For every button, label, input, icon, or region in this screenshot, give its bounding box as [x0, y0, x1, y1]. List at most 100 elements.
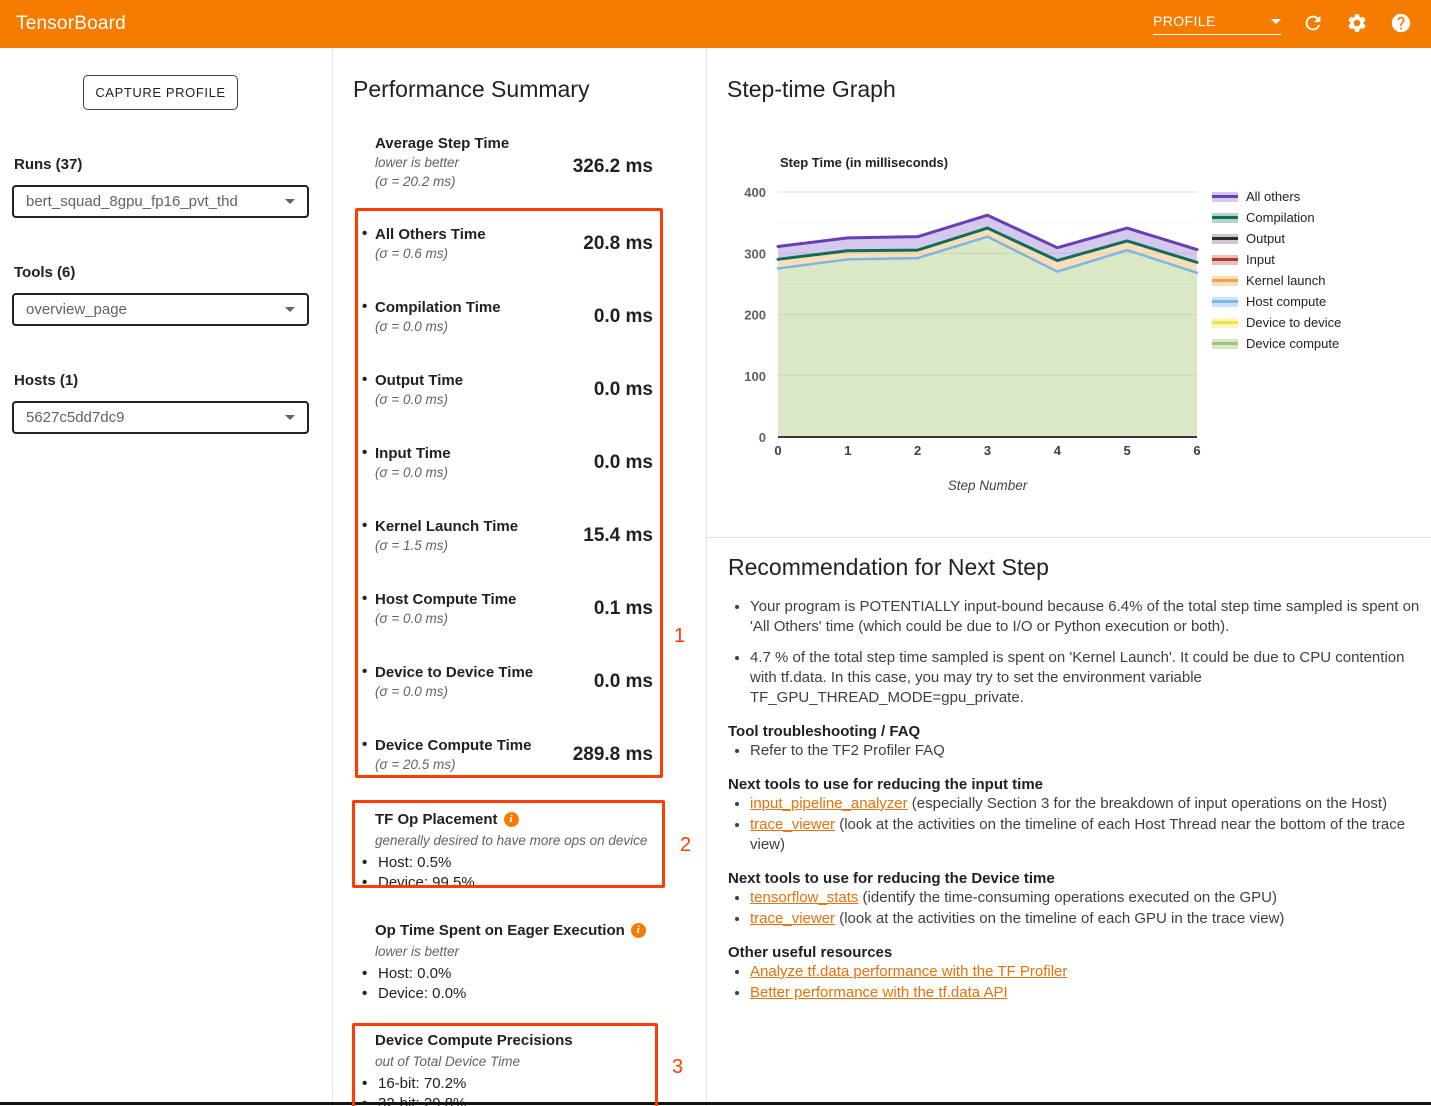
section-title: TF Op Placement i [375, 810, 667, 829]
legend-swatch-icon [1212, 213, 1238, 223]
chevron-down-icon [1271, 19, 1281, 24]
legend-swatch-icon [1212, 297, 1238, 307]
recommendation-item: Better performance with the tf.data API [750, 983, 1428, 1003]
info-icon[interactable]: i [631, 923, 646, 938]
header-controls: PROFILE [1153, 12, 1413, 36]
legend-label: Output [1246, 231, 1285, 246]
legend-label: Device to device [1246, 315, 1341, 330]
legend-item: Compilation [1212, 207, 1341, 228]
section-divider [707, 537, 1431, 538]
svg-text:5: 5 [1124, 443, 1131, 458]
refresh-button[interactable] [1301, 12, 1325, 36]
legend-label: Input [1246, 252, 1275, 267]
recommendation-section-heading: Tool troubleshooting / FAQ [728, 723, 1428, 740]
tools-select[interactable]: overview_page [12, 293, 309, 326]
metric-value: 0.1 ms [594, 598, 653, 620]
bottom-edge-line [0, 1102, 1431, 1105]
dashboard-select-value: PROFILE [1153, 13, 1216, 29]
metric-value: 0.0 ms [594, 452, 653, 474]
main-content: CAPTURE PROFILE Runs (37) bert_squad_8gp… [0, 48, 1431, 1106]
chevron-down-icon [285, 199, 295, 204]
section-subtitle: generally desired to have more ops on de… [375, 831, 667, 850]
svg-text:1: 1 [844, 443, 851, 458]
legend-label: Compilation [1246, 210, 1315, 225]
hosts-select[interactable]: 5627c5dd7dc9 [12, 401, 309, 434]
tool-link[interactable]: Better performance with the tf.data API [750, 984, 1008, 1001]
eager-execution-section: Op Time Spent on Eager Execution i lower… [375, 921, 667, 1003]
svg-text:300: 300 [744, 246, 766, 261]
metric-row: •Kernel Launch Time(σ = 1.5 ms)15.4 ms [362, 517, 653, 555]
list-item: Host: 0.5% [362, 853, 667, 873]
app-title: TensorBoard [16, 13, 126, 35]
metric-value: 20.8 ms [583, 233, 653, 255]
recommendation-item: input_pipeline_analyzer (especially Sect… [750, 794, 1428, 814]
svg-text:2: 2 [914, 443, 921, 458]
recommendation-panel: Recommendation for Next Step Your progra… [728, 554, 1428, 1004]
list-item: 16-bit: 70.2% [362, 1074, 667, 1094]
svg-text:4: 4 [1054, 443, 1062, 458]
tool-link[interactable]: Analyze tf.data performance with the TF … [750, 963, 1067, 980]
tf-op-placement-section: TF Op Placement i generally desired to h… [375, 810, 667, 892]
dashboard-select[interactable]: PROFILE [1153, 13, 1281, 35]
metric-row: •Output Time(σ = 0.0 ms)0.0 ms [362, 371, 653, 409]
bullet-icon: • [362, 225, 367, 242]
legend-swatch-icon [1212, 192, 1238, 202]
section-items: Host: 0.5% Device: 99.5% [375, 853, 667, 892]
recommendation-item: tensorflow_stats (identify the time-cons… [750, 888, 1428, 908]
recommendation-item: Analyze tf.data performance with the TF … [750, 962, 1428, 982]
runs-label: Runs (37) [14, 156, 82, 173]
legend-label: All others [1246, 189, 1300, 204]
step-time-chart: 01002003004000123456Step Time (in millis… [737, 138, 1207, 508]
legend-item: Output [1212, 228, 1341, 249]
help-button[interactable] [1389, 12, 1413, 36]
section-items: Host: 0.0% Device: 0.0% [375, 964, 667, 1003]
list-item: Host: 0.0% [362, 964, 667, 984]
tools-label: Tools (6) [14, 264, 75, 281]
capture-profile-button[interactable]: CAPTURE PROFILE [83, 75, 238, 110]
legend-item: Kernel launch [1212, 270, 1341, 291]
recommendation-section: Next tools to use for reducing the input… [728, 776, 1428, 855]
device-precisions-section: Device Compute Precisions out of Total D… [375, 1031, 667, 1106]
svg-text:6: 6 [1193, 443, 1200, 458]
settings-button[interactable] [1345, 12, 1369, 36]
tool-link[interactable]: trace_viewer [750, 816, 835, 833]
recommendation-item-text: (identify the time-consuming operations … [858, 889, 1277, 906]
svg-text:3: 3 [984, 443, 991, 458]
recommendation-section-heading: Next tools to use for reducing the input… [728, 776, 1428, 793]
svg-text:Step Number: Step Number [948, 478, 1028, 493]
info-icon[interactable]: i [504, 812, 519, 827]
section-title-text: TF Op Placement [375, 810, 498, 829]
svg-text:0: 0 [759, 430, 766, 445]
annotation-label-1: 1 [674, 625, 685, 648]
tool-link[interactable]: input_pipeline_analyzer [750, 795, 908, 812]
metric-value: 289.8 ms [573, 744, 653, 766]
recommendation-bullet: 4.7 % of the total step time sampled is … [750, 648, 1428, 708]
bullet-icon: • [362, 517, 367, 534]
legend-label: Kernel launch [1246, 273, 1326, 288]
recommendation-item-text: Refer to the TF2 Profiler FAQ [750, 742, 945, 759]
legend-label: Device compute [1246, 336, 1339, 351]
recommendation-section-heading: Other useful resources [728, 944, 1428, 961]
bullet-icon: • [362, 298, 367, 315]
recommendation-item: Refer to the TF2 Profiler FAQ [750, 741, 1428, 761]
list-item: Device: 0.0% [362, 984, 667, 1004]
metric-row: •Input Time(σ = 0.0 ms)0.0 ms [362, 444, 653, 482]
step-time-graph-title: Step-time Graph [727, 76, 896, 103]
tool-link[interactable]: tensorflow_stats [750, 889, 858, 906]
runs-select[interactable]: bert_squad_8gpu_fp16_pvt_thd [12, 185, 309, 218]
bullet-icon: • [362, 444, 367, 461]
metric-value: 0.0 ms [594, 306, 653, 328]
gear-icon [1346, 12, 1368, 34]
list-item: Device: 99.5% [362, 873, 667, 893]
performance-summary-title: Performance Summary [353, 76, 589, 103]
legend-item: Input [1212, 249, 1341, 270]
section-subtitle: out of Total Device Time [375, 1052, 667, 1071]
recommendation-section: Other useful resources Analyze tf.data pe… [728, 944, 1428, 1003]
refresh-icon [1302, 12, 1324, 34]
performance-summary-panel: Performance Summary Average Step Time lo… [333, 48, 707, 1106]
recommendation-item: trace_viewer (look at the activities on … [750, 815, 1428, 855]
tool-link[interactable]: trace_viewer [750, 910, 835, 927]
recommendation-item-text: (especially Section 3 for the breakdown … [908, 795, 1387, 812]
section-subtitle: lower is better [375, 942, 667, 961]
sidebar: CAPTURE PROFILE Runs (37) bert_squad_8gp… [0, 48, 333, 1106]
